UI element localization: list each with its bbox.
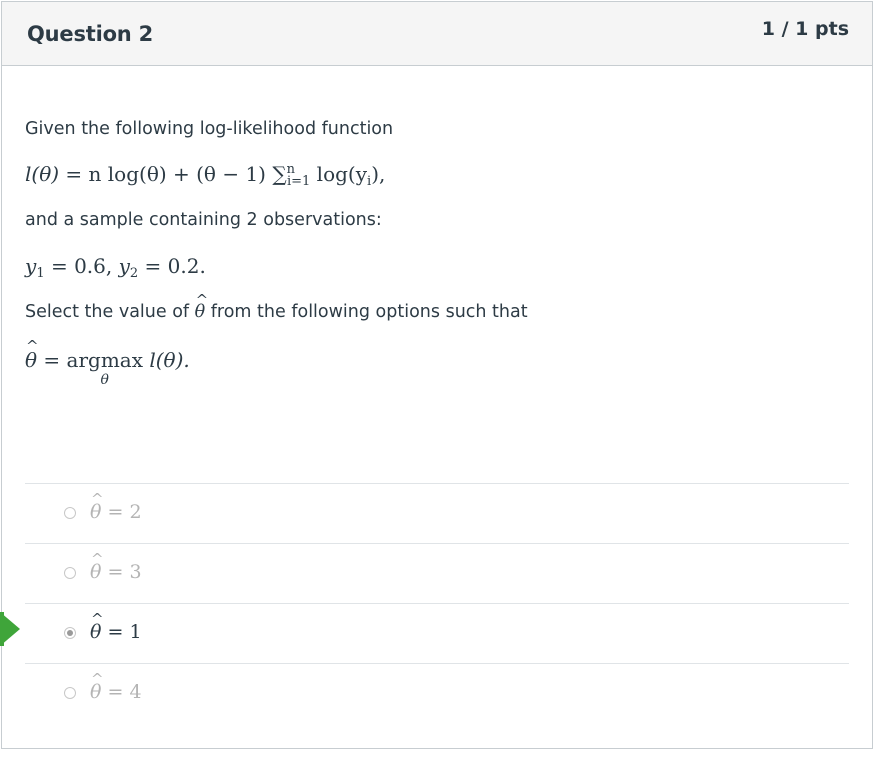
answer-label: θ = 3 [90, 550, 142, 583]
formula-part2-end: ), [371, 162, 386, 186]
y1-label: y [25, 254, 37, 278]
argmax-rest: l(θ). [143, 348, 190, 372]
answer-label: θ = 4 [90, 670, 142, 703]
sum-lower: i=1 [287, 174, 311, 189]
radio-button-selected[interactable] [64, 627, 76, 639]
y1-sub: 1 [36, 266, 45, 281]
correct-answer-flag [0, 612, 20, 646]
y1-value: = 0.6, [44, 254, 119, 278]
observations: y1 = 0.6, y2 = 0.2. [25, 254, 206, 281]
y2-value: = 0.2. [138, 254, 206, 278]
sample-text: and a sample containing 2 observations: [25, 210, 382, 230]
radio-button[interactable] [64, 567, 76, 579]
radio-button[interactable] [64, 687, 76, 699]
argmax-word: argmax [66, 348, 143, 372]
select-prefix: Select the value of [25, 302, 195, 322]
question-header: Question 2 1 / 1 pts [2, 2, 872, 66]
answer-label: θ = 1 [90, 610, 142, 643]
answer-option[interactable]: θ = 2 [25, 483, 849, 543]
question-title: Question 2 [27, 22, 154, 46]
y2-label: y [118, 254, 130, 278]
formula-part2: log(y [310, 162, 368, 186]
log-likelihood-formula: l(θ) = n log(θ) + (θ − 1) ∑ni=1 log(yi), [25, 162, 385, 189]
argmax-subscript: θ [100, 372, 109, 388]
sum-symbol: ∑ni=1 [272, 162, 311, 189]
y2-sub: 2 [129, 266, 139, 281]
answer-label: θ = 2 [90, 490, 142, 523]
answer-option[interactable]: θ = 3 [25, 543, 849, 603]
answer-list: θ = 2 θ = 3 θ = 1 θ = 4 [25, 483, 849, 723]
formula-lhs: l(θ) [25, 162, 60, 186]
radio-button[interactable] [64, 507, 76, 519]
question-points: 1 / 1 pts [761, 18, 849, 40]
formula-eq: = [59, 162, 89, 186]
select-theta-hat: θ [195, 291, 208, 322]
answer-option[interactable]: θ = 4 [25, 663, 849, 723]
select-instruction: Select the value of θ from the following… [25, 291, 528, 322]
argmax-theta-hat: θ [25, 337, 39, 372]
select-suffix: from the following options such that [205, 302, 528, 322]
answer-option-selected[interactable]: θ = 1 [25, 603, 849, 663]
argmax-formula: θ = argmaxθ l(θ). [25, 337, 190, 388]
argmax-operator: argmax θ [66, 348, 143, 388]
argmax-eq: = [37, 348, 67, 372]
formula-part1: n log(θ) + (θ − 1) [88, 162, 273, 186]
question-intro: Given the following log-likelihood funct… [25, 119, 394, 139]
